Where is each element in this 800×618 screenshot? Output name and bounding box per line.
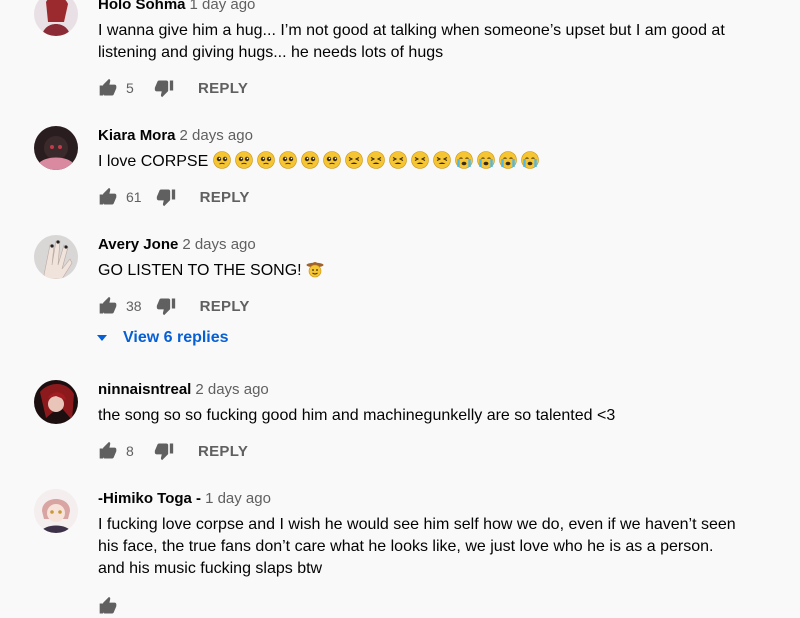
pleading-face-icon [300, 151, 319, 169]
comment-text: the song so so fucking good him and mach… [98, 407, 616, 424]
like-count: 61 [126, 189, 142, 205]
pleading-face-icon [322, 151, 341, 169]
comment-text-body: GO LISTEN TO THE SONG! [98, 262, 302, 279]
pleading-face-icon [234, 151, 253, 169]
timestamp[interactable]: 2 days ago [180, 127, 253, 144]
author-name[interactable]: ninnaisntreal [98, 381, 191, 398]
comment-header: ninnaisntreal 2 days ago [98, 381, 269, 399]
crying-face-icon [454, 151, 473, 169]
tired-face-icon [432, 151, 451, 169]
crying-face-icon [520, 151, 539, 169]
like-icon[interactable] [98, 596, 118, 616]
comment-actions: 8 REPLY [98, 439, 248, 463]
comment-actions: 5 REPLY [98, 76, 248, 100]
comment-header: Kiara Mora 2 days ago [98, 127, 253, 145]
like-count: 38 [126, 298, 142, 314]
emoji-row [212, 151, 543, 170]
crying-face-icon [476, 151, 495, 169]
comment-actions: 61 REPLY [98, 185, 250, 209]
author-name[interactable]: Avery Jone [98, 236, 178, 253]
avatar[interactable] [34, 235, 78, 279]
tired-face-icon [366, 151, 385, 169]
comment-header: Holo Sohma 1 day ago [98, 0, 255, 14]
like-icon[interactable] [98, 187, 118, 207]
like-icon[interactable] [98, 296, 118, 316]
cowboy-face-icon [306, 260, 324, 278]
tired-face-icon [410, 151, 429, 169]
reply-button[interactable]: REPLY [198, 443, 248, 460]
timestamp[interactable]: 2 days ago [182, 236, 255, 253]
like-count: 8 [126, 443, 134, 459]
author-name[interactable]: Kiara Mora [98, 127, 176, 144]
avatar[interactable] [34, 0, 78, 36]
emoji-row [306, 262, 328, 279]
dislike-icon[interactable] [156, 187, 176, 207]
pleading-face-icon [256, 151, 275, 169]
comment-text: I fucking love corpse and I wish he woul… [98, 516, 736, 577]
avatar[interactable] [34, 126, 78, 170]
tired-face-icon [344, 151, 363, 169]
like-icon[interactable] [98, 441, 118, 461]
comment-text: I love CORPSE [98, 151, 758, 173]
avatar[interactable] [34, 489, 78, 533]
pleading-face-icon [278, 151, 297, 169]
author-name[interactable]: -Himiko Toga - [98, 490, 201, 507]
dislike-icon[interactable] [154, 441, 174, 461]
reply-button[interactable]: REPLY [200, 189, 250, 206]
pleading-face-icon [212, 151, 231, 169]
like-count: 5 [126, 80, 134, 96]
view-replies-label: View 6 replies [123, 329, 229, 346]
chevron-down-icon [97, 335, 107, 341]
comment-header: Avery Jone 2 days ago [98, 236, 256, 254]
tired-face-icon [388, 151, 407, 169]
dislike-icon[interactable] [156, 296, 176, 316]
reply-button[interactable]: REPLY [198, 80, 248, 97]
timestamp[interactable]: 1 day ago [205, 490, 271, 507]
crying-face-icon [498, 151, 517, 169]
comment-text: GO LISTEN TO THE SONG! [98, 260, 758, 282]
comment-header: -Himiko Toga -1 day ago [98, 490, 271, 508]
timestamp[interactable]: 1 day ago [190, 0, 256, 13]
author-name[interactable]: Holo Sohma [98, 0, 186, 13]
timestamp[interactable]: 2 days ago [195, 381, 268, 398]
comment-actions: 38 REPLY [98, 294, 250, 318]
comment-text: I wanna give him a hug... I’m not good a… [98, 22, 725, 61]
comment-text-body: I love CORPSE [98, 153, 209, 170]
dislike-icon[interactable] [154, 78, 174, 98]
avatar[interactable] [34, 380, 78, 424]
view-replies-button[interactable]: View 6 replies [96, 327, 229, 349]
reply-button[interactable]: REPLY [200, 298, 250, 315]
comment-actions [98, 594, 118, 618]
like-icon[interactable] [98, 78, 118, 98]
